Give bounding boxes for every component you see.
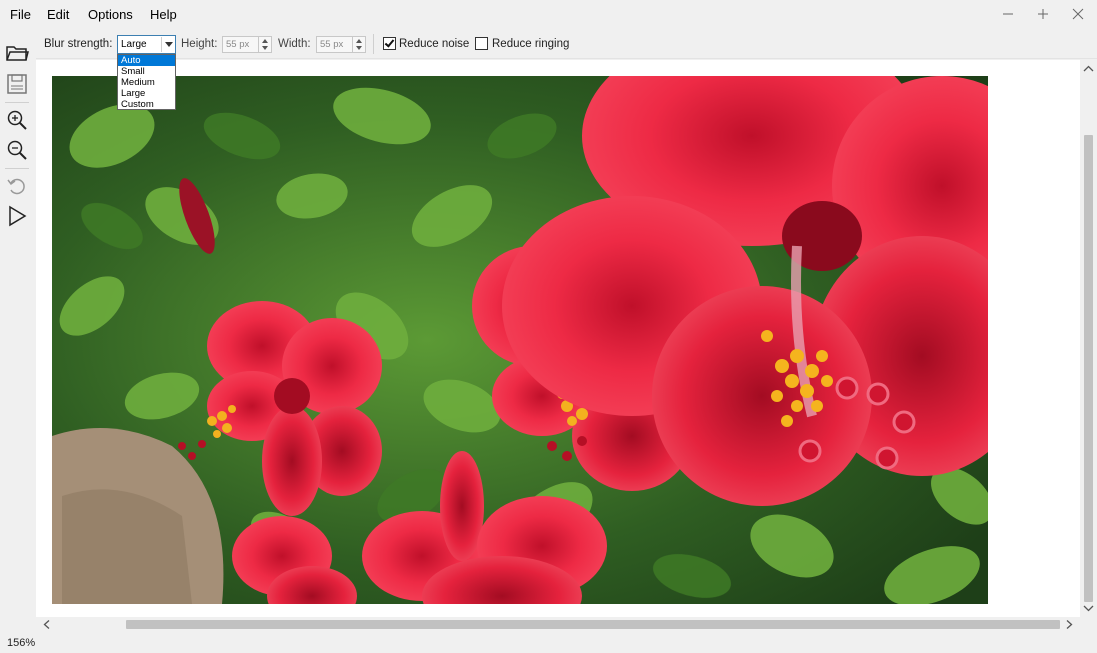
- reduce-noise-label[interactable]: Reduce noise: [399, 38, 469, 50]
- minimize-button[interactable]: [993, 4, 1023, 24]
- save-button[interactable]: [3, 70, 31, 98]
- height-value: 55 px: [226, 39, 250, 50]
- chevron-down-icon: [165, 42, 173, 47]
- status-bar: 156%: [0, 632, 1097, 653]
- open-folder-icon: [6, 46, 29, 61]
- scroll-down-icon[interactable]: [1080, 601, 1097, 615]
- zoom-out-icon: [7, 140, 27, 160]
- spin-down-icon[interactable]: [356, 46, 362, 50]
- undo-button[interactable]: [3, 172, 31, 200]
- dropdown-option-custom[interactable]: Custom: [118, 99, 175, 110]
- width-label: Width:: [278, 38, 311, 50]
- width-spinner[interactable]: 55 px: [316, 36, 366, 53]
- hibiscus-photo: [52, 76, 988, 604]
- zoom-in-button[interactable]: [3, 106, 31, 134]
- image-canvas[interactable]: [36, 60, 1080, 617]
- blur-strength-label: Blur strength:: [44, 38, 113, 50]
- dropdown-option-auto[interactable]: Auto: [118, 55, 175, 66]
- scroll-right-icon[interactable]: [1062, 617, 1076, 632]
- sidebar-divider: [5, 168, 29, 169]
- maximize-button[interactable]: [1028, 4, 1058, 24]
- dropdown-option-large[interactable]: Large: [118, 88, 175, 99]
- toolbar: Blur strength: Large Height: 55 px Width…: [36, 29, 1097, 59]
- blur-strength-value: Large: [121, 39, 147, 50]
- blur-strength-select[interactable]: Large: [117, 35, 176, 54]
- scroll-left-icon[interactable]: [40, 617, 54, 632]
- spin-up-icon[interactable]: [262, 39, 268, 43]
- menu-bar: File Edit Options Help: [0, 0, 1097, 29]
- dropdown-option-medium[interactable]: Medium: [118, 77, 175, 88]
- zoom-level: 156%: [7, 637, 36, 649]
- menu-file[interactable]: File: [10, 7, 31, 22]
- tool-sidebar: [0, 29, 36, 632]
- preview-image[interactable]: [52, 76, 988, 604]
- sidebar-divider: [5, 102, 29, 103]
- toolbar-divider: [373, 34, 374, 54]
- height-spinner[interactable]: 55 px: [222, 36, 272, 53]
- open-button[interactable]: [3, 39, 31, 67]
- run-icon: [9, 205, 27, 227]
- close-button[interactable]: [1063, 4, 1093, 24]
- menu-edit[interactable]: Edit: [47, 7, 69, 22]
- height-label: Height:: [181, 38, 218, 50]
- dropdown-option-small[interactable]: Small: [118, 66, 175, 77]
- zoom-out-button[interactable]: [3, 136, 31, 164]
- width-spinner-buttons[interactable]: [352, 37, 365, 52]
- minimize-icon: [1003, 13, 1013, 15]
- save-icon: [7, 74, 27, 94]
- undo-icon: [7, 178, 25, 195]
- close-icon: [1072, 8, 1084, 20]
- checkmark-icon: [384, 37, 395, 48]
- blur-strength-dropdown[interactable]: Auto Small Medium Large Custom: [117, 54, 176, 110]
- menu-options[interactable]: Options: [88, 7, 133, 22]
- vertical-scrollbar[interactable]: [1080, 60, 1097, 617]
- spin-up-icon[interactable]: [356, 39, 362, 43]
- zoom-in-icon: [7, 110, 27, 130]
- run-button[interactable]: [3, 202, 31, 230]
- maximize-icon: [1038, 9, 1048, 19]
- horizontal-scroll-thumb[interactable]: [126, 620, 1060, 629]
- select-divider: [161, 37, 162, 52]
- scroll-up-icon[interactable]: [1080, 62, 1097, 76]
- horizontal-scrollbar[interactable]: [36, 617, 1080, 632]
- height-spinner-buttons[interactable]: [258, 37, 271, 52]
- vertical-scroll-thumb[interactable]: [1084, 135, 1093, 602]
- menu-help[interactable]: Help: [150, 7, 177, 22]
- reduce-ringing-label[interactable]: Reduce ringing: [492, 38, 569, 50]
- reduce-noise-checkbox[interactable]: [383, 37, 396, 50]
- spin-down-icon[interactable]: [262, 46, 268, 50]
- width-value: 55 px: [320, 39, 344, 50]
- reduce-ringing-checkbox[interactable]: [475, 37, 488, 50]
